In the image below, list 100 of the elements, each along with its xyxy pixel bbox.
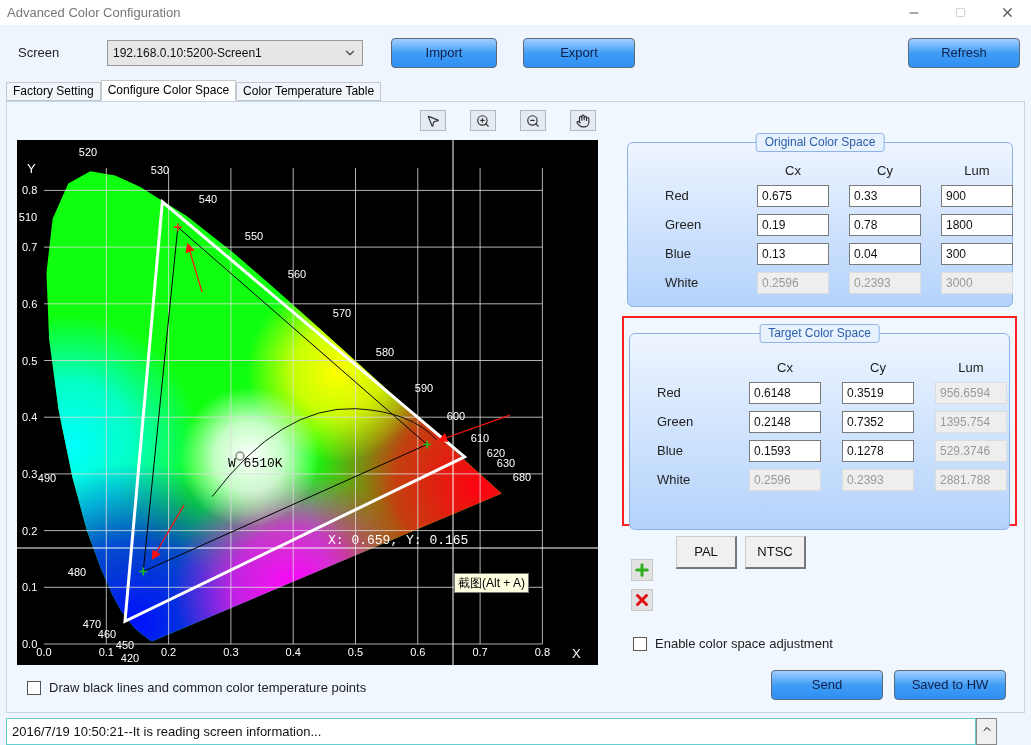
- axis-tick-label: 0.4: [285, 646, 301, 658]
- value-field[interactable]: 0.2148: [749, 411, 821, 433]
- row-label: Green: [665, 216, 703, 235]
- axis-tick-label: 0.1: [22, 581, 38, 594]
- axis-tick-label: 0.0: [36, 646, 52, 658]
- hand-icon[interactable]: [570, 110, 596, 131]
- column-header: Cx: [784, 163, 802, 178]
- plus-icon: [633, 561, 651, 579]
- row-label: White: [657, 471, 692, 490]
- value-field[interactable]: 300: [941, 243, 1013, 265]
- value-field[interactable]: 0.1278: [842, 440, 914, 462]
- axis-tick-label: 0.2: [22, 524, 38, 537]
- wavelength-label: 680: [512, 471, 532, 483]
- preset-button[interactable]: NTSC: [745, 536, 806, 569]
- axis-tick-label: 0.5: [22, 354, 38, 367]
- group-title: Target Color Space: [759, 324, 880, 343]
- window-title: Advanced Color Configuration: [7, 3, 181, 22]
- tab[interactable]: Configure Color Space: [100, 80, 237, 101]
- value-field[interactable]: 0.13: [757, 243, 829, 265]
- wavelength-label: 470: [82, 618, 102, 630]
- axis-tick-label: 0.7: [472, 646, 488, 658]
- wavelength-label: 560: [287, 268, 307, 280]
- preset-button[interactable]: PAL: [676, 536, 737, 569]
- value-field[interactable]: 0.7352: [842, 411, 914, 433]
- row-label: Blue: [665, 245, 693, 264]
- delete-icon: [633, 591, 651, 609]
- screen-dropdown[interactable]: 192.168.0.10:5200-Screen1: [107, 40, 363, 66]
- primary-marker: [138, 566, 148, 577]
- primary-marker: [422, 439, 432, 450]
- action-button[interactable]: Saved to HW: [894, 669, 1006, 700]
- axis-tick-label: 0.1: [98, 646, 114, 658]
- screen-label: Screen: [18, 44, 61, 63]
- column-header: Lum: [963, 163, 991, 178]
- column-header: Lum: [957, 360, 985, 375]
- column-header: Cy: [876, 163, 894, 178]
- action-button[interactable]: Send: [771, 669, 883, 700]
- wavelength-label: 630: [496, 457, 516, 469]
- row-label: Blue: [657, 442, 685, 461]
- wavelength-label: 610: [470, 432, 490, 444]
- tooltip: 截图(Alt + A): [454, 573, 529, 593]
- primary-marker: [173, 222, 183, 232]
- checkbox[interactable]: Enable color space adjustment: [633, 634, 1017, 654]
- axis-title: X: [572, 646, 581, 661]
- value-field[interactable]: 0.675: [757, 185, 829, 207]
- checkbox[interactable]: Draw black lines and common color temperature points: [27, 678, 598, 698]
- axis-title: Y: [27, 161, 36, 176]
- pointer-icon[interactable]: [420, 110, 446, 131]
- wavelength-label: 590: [414, 382, 434, 394]
- tab[interactable]: Factory Setting: [6, 82, 101, 101]
- wavelength-label: 510: [18, 211, 38, 223]
- axis-tick-label: 0.4: [22, 411, 38, 424]
- axis-tick-label: 0.8: [22, 184, 38, 197]
- axis-tick-label: 0.2: [160, 646, 177, 658]
- axis-tick-label: 0.7: [22, 241, 38, 254]
- wavelength-label: 570: [332, 307, 352, 319]
- log-field[interactable]: 2016/7/19 10:50:21--It is reading screen information...: [6, 718, 976, 745]
- color-temperature-label: W 6510K: [228, 456, 283, 471]
- axis-tick-label: 0.0: [22, 638, 38, 650]
- row-label: Green: [657, 413, 695, 432]
- delete-button[interactable]: [631, 589, 653, 611]
- wavelength-label: 530: [150, 164, 170, 176]
- axis-tick-label: 0.8: [534, 646, 551, 658]
- adjustment-arrow: [185, 242, 203, 293]
- zoom-out-icon[interactable]: [520, 110, 546, 131]
- adjustment-arrow: [151, 504, 185, 561]
- axis-tick-label: 0.3: [223, 646, 239, 658]
- row-label: White: [665, 274, 700, 293]
- wavelength-label: 600: [446, 410, 466, 422]
- column-header: Cy: [869, 360, 887, 375]
- wavelength-label: 620: [486, 447, 506, 459]
- group-title: Original Color Space: [755, 133, 885, 152]
- wavelength-label: 480: [67, 566, 87, 578]
- reference-point-icon: [235, 451, 245, 461]
- row-label: Red: [657, 384, 682, 403]
- value-field[interactable]: 0.33: [849, 185, 921, 207]
- column-header: Cx: [776, 360, 794, 375]
- value-field[interactable]: 0.19: [757, 214, 829, 236]
- value-field[interactable]: 900: [941, 185, 1013, 207]
- axis-tick-label: 0.5: [347, 646, 364, 658]
- wavelength-label: 540: [198, 193, 218, 205]
- axis-tick-label: 0.3: [22, 467, 38, 480]
- value-field[interactable]: 1800: [941, 214, 1013, 236]
- action-button[interactable]: Export: [523, 38, 635, 68]
- action-button[interactable]: Import: [391, 38, 497, 68]
- close-icon[interactable]: [1000, 5, 1015, 20]
- axis-tick-label: 0.6: [410, 646, 426, 658]
- wavelength-label: 580: [375, 346, 395, 358]
- tab[interactable]: Color Temperature Table: [236, 82, 382, 101]
- action-button[interactable]: Refresh: [908, 38, 1020, 68]
- wavelength-label: 550: [244, 230, 264, 242]
- value-field[interactable]: 0.78: [849, 214, 921, 236]
- value-field[interactable]: 0.04: [849, 243, 921, 265]
- value-field[interactable]: 0.3519: [842, 382, 914, 404]
- zoom-in-icon[interactable]: [470, 110, 496, 131]
- wavelength-label: 420: [120, 652, 140, 664]
- scroll-up-button[interactable]: [976, 718, 997, 745]
- value-field[interactable]: 0.1593: [749, 440, 821, 462]
- row-label: Red: [665, 187, 690, 206]
- value-field[interactable]: 0.6148: [749, 382, 821, 404]
- axis-tick-label: 0.6: [22, 297, 38, 310]
